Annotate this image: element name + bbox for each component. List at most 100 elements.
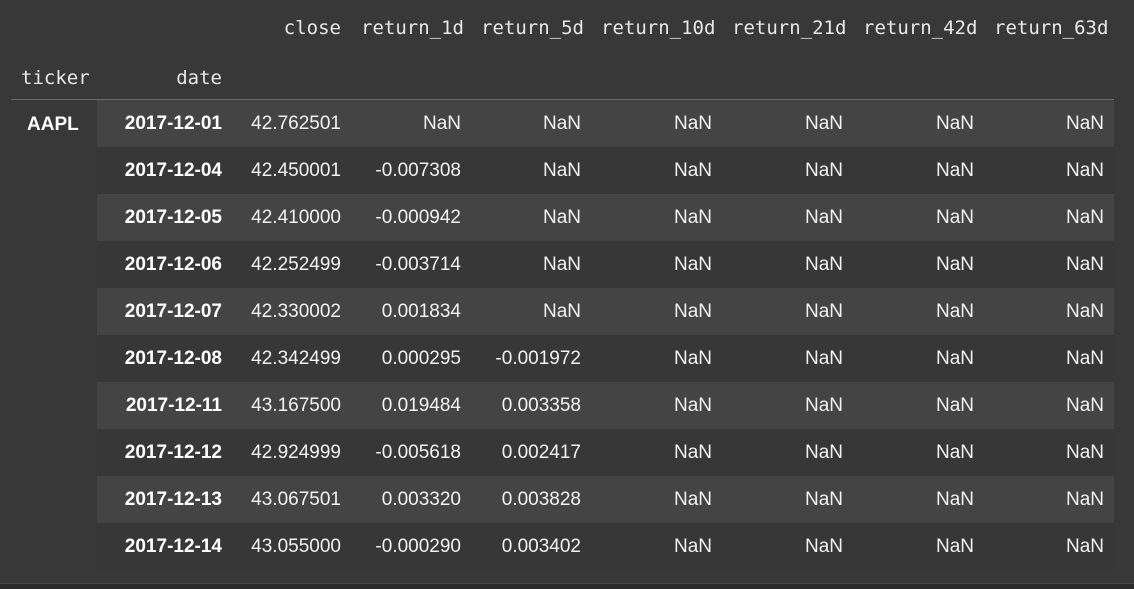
table-row: 2017-12-05 42.410000 -0.000942 NaN NaN NaN NaN… bbox=[11, 194, 1114, 241]
cell-close: 42.252499 bbox=[232, 241, 351, 288]
cell-return-5d: NaN bbox=[471, 147, 591, 194]
cell-close: 42.330002 bbox=[232, 288, 351, 335]
dataframe-table: close return_1d return_5d return_10d return_… bbox=[11, 0, 1114, 570]
cell-return-1d: 0.003320 bbox=[351, 476, 471, 523]
cell-return-10d: NaN bbox=[591, 523, 722, 570]
cell-return-21d: NaN bbox=[722, 476, 853, 523]
table-row: 2017-12-12 42.924999 -0.005618 0.002417 NaN N… bbox=[11, 429, 1114, 476]
cell-return-42d: NaN bbox=[853, 147, 984, 194]
cell-return-63d: NaN bbox=[984, 335, 1114, 382]
cell-return-1d: -0.007308 bbox=[351, 147, 471, 194]
cell-return-10d: NaN bbox=[591, 288, 722, 335]
cell-close: 42.410000 bbox=[232, 194, 351, 241]
cell-return-1d: 0.000295 bbox=[351, 335, 471, 382]
cell-return-63d: NaN bbox=[984, 241, 1114, 288]
cell-return-1d: -0.000942 bbox=[351, 194, 471, 241]
cell-return-42d: NaN bbox=[853, 288, 984, 335]
cell-return-10d: NaN bbox=[591, 335, 722, 382]
cell-return-10d: NaN bbox=[591, 382, 722, 429]
cell-return-42d: NaN bbox=[853, 194, 984, 241]
cell-return-63d: NaN bbox=[984, 476, 1114, 523]
cell-return-21d: NaN bbox=[722, 429, 853, 476]
cell-return-1d: -0.003714 bbox=[351, 241, 471, 288]
cell-return-21d: NaN bbox=[722, 241, 853, 288]
cell-return-63d: NaN bbox=[984, 429, 1114, 476]
date-index-cell: 2017-12-11 bbox=[97, 382, 232, 429]
cell-return-21d: NaN bbox=[722, 523, 853, 570]
cell-return-10d: NaN bbox=[591, 194, 722, 241]
cell-return-42d: NaN bbox=[853, 476, 984, 523]
cell-return-42d: NaN bbox=[853, 99, 984, 147]
table-row: AAPL 2017-12-01 42.762501 NaN NaN NaN NaN NaN Na… bbox=[11, 99, 1114, 570]
column-header-return-42d: return_42d bbox=[863, 17, 978, 39]
cell-output-bottom-border bbox=[0, 583, 1134, 589]
cell-return-1d: NaN bbox=[351, 99, 471, 147]
cell-return-42d: NaN bbox=[853, 241, 984, 288]
cell-return-21d: NaN bbox=[722, 382, 853, 429]
cell-return-5d: -0.001972 bbox=[471, 335, 591, 382]
cell-return-10d: NaN bbox=[591, 429, 722, 476]
cell-return-63d: NaN bbox=[984, 99, 1114, 147]
cell-return-21d: NaN bbox=[722, 99, 853, 147]
cell-close: 43.167500 bbox=[232, 382, 351, 429]
column-header-row: close return_1d return_5d return_10d return_… bbox=[11, 0, 1114, 56]
index-header-row: ticker date bbox=[11, 56, 1114, 100]
cell-return-1d: -0.005618 bbox=[351, 429, 471, 476]
table-row: 2017-12-06 42.252499 -0.003714 NaN NaN NaN NaN… bbox=[11, 241, 1114, 288]
ticker-index-cell: AAPL bbox=[11, 99, 97, 570]
date-index-cell: 2017-12-05 bbox=[97, 194, 232, 241]
cell-return-5d: 0.003402 bbox=[471, 523, 591, 570]
column-header-return-21d: return_21d bbox=[732, 17, 847, 39]
date-index-cell: 2017-12-12 bbox=[97, 429, 232, 476]
table-row: 2017-12-08 42.342499 0.000295 -0.001972 NaN N… bbox=[11, 335, 1114, 382]
table-row: 2017-12-04 42.450001 -0.007308 NaN NaN NaN NaN… bbox=[11, 147, 1114, 194]
cell-return-42d: NaN bbox=[853, 335, 984, 382]
date-index-cell: 2017-12-07 bbox=[97, 288, 232, 335]
table-row: 2017-12-13 43.067501 0.003320 0.003828 NaN Na… bbox=[11, 476, 1114, 523]
column-header-return-5d: return_5d bbox=[481, 17, 584, 39]
cell-close: 42.342499 bbox=[232, 335, 351, 382]
cell-return-10d: NaN bbox=[591, 241, 722, 288]
blank-header bbox=[97, 0, 232, 56]
cell-return-21d: NaN bbox=[722, 335, 853, 382]
column-header-return-1d: return_1d bbox=[361, 17, 464, 39]
index-name-date: date bbox=[97, 56, 232, 100]
table-row: 2017-12-07 42.330002 0.001834 NaN NaN NaN NaN N… bbox=[11, 288, 1114, 335]
cell-return-63d: NaN bbox=[984, 288, 1114, 335]
cell-return-5d: NaN bbox=[471, 288, 591, 335]
cell-return-5d: NaN bbox=[471, 194, 591, 241]
cell-return-5d: 0.002417 bbox=[471, 429, 591, 476]
cell-return-1d: 0.001834 bbox=[351, 288, 471, 335]
cell-return-42d: NaN bbox=[853, 382, 984, 429]
date-index-cell: 2017-12-04 bbox=[97, 147, 232, 194]
cell-return-42d: NaN bbox=[853, 429, 984, 476]
cell-return-10d: NaN bbox=[591, 476, 722, 523]
cell-return-5d: NaN bbox=[471, 241, 591, 288]
cell-return-63d: NaN bbox=[984, 523, 1114, 570]
cell-return-21d: NaN bbox=[722, 194, 853, 241]
cell-return-42d: NaN bbox=[853, 523, 984, 570]
cell-close: 43.055000 bbox=[232, 523, 351, 570]
cell-return-1d: -0.000290 bbox=[351, 523, 471, 570]
index-name-ticker: ticker bbox=[11, 56, 97, 100]
cell-return-10d: NaN bbox=[591, 99, 722, 147]
date-index-cell: 2017-12-06 bbox=[97, 241, 232, 288]
cell-return-5d: 0.003828 bbox=[471, 476, 591, 523]
cell-return-63d: NaN bbox=[984, 194, 1114, 241]
cell-return-63d: NaN bbox=[984, 147, 1114, 194]
cell-return-1d: 0.019484 bbox=[351, 382, 471, 429]
cell-return-10d: NaN bbox=[591, 147, 722, 194]
column-header-return-10d: return_10d bbox=[601, 17, 716, 39]
cell-close: 42.924999 bbox=[232, 429, 351, 476]
cell-close: 43.067501 bbox=[232, 476, 351, 523]
cell-return-5d: NaN bbox=[471, 99, 591, 147]
cell-return-21d: NaN bbox=[722, 147, 853, 194]
cell-close: 42.450001 bbox=[232, 147, 351, 194]
column-header-return-63d: return_63d bbox=[994, 17, 1109, 39]
dataframe-output: close return_1d return_5d return_10d return_… bbox=[11, 0, 1114, 570]
blank-header bbox=[11, 0, 97, 56]
cell-return-63d: NaN bbox=[984, 382, 1114, 429]
date-index-cell: 2017-12-13 bbox=[97, 476, 232, 523]
column-header-close: close bbox=[283, 17, 341, 39]
cell-return-5d: 0.003358 bbox=[471, 382, 591, 429]
